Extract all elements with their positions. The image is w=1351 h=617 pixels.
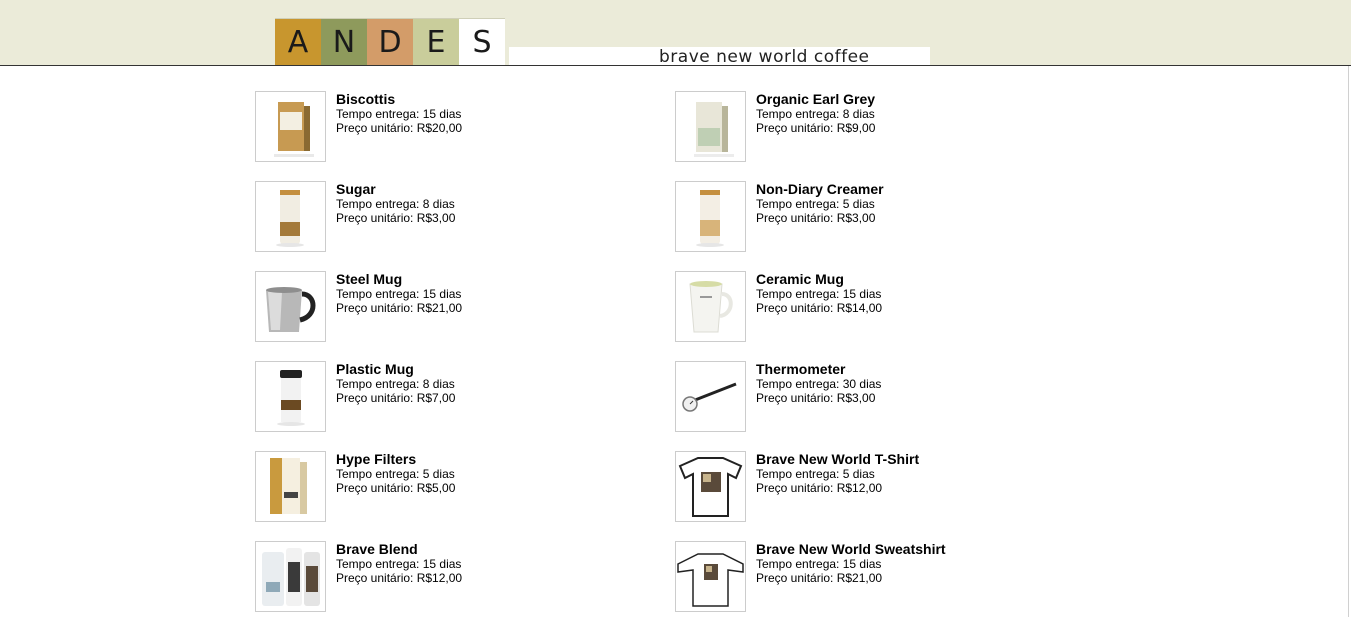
product-item[interactable]: Sugar Tempo entrega: 8 dias Preço unitár… (255, 181, 655, 253)
product-name[interactable]: Brave New World T-Shirt (756, 451, 919, 467)
plastic-mug-image[interactable] (255, 361, 326, 432)
unit-price: Preço unitário: R$7,00 (336, 391, 456, 405)
product-info: Steel Mug Tempo entrega: 15 dias Preço u… (336, 271, 462, 315)
product-info: Brave New World Sweatshirt Tempo entrega… (756, 541, 946, 585)
unit-price: Preço unitário: R$21,00 (336, 301, 463, 315)
tea-box-image[interactable] (675, 91, 746, 162)
product-item[interactable]: Biscottis Tempo entrega: 15 dias Preço u… (255, 91, 655, 163)
product-item[interactable]: Brave New World T-Shirt Tempo entrega: 5… (675, 451, 1075, 523)
unit-price: Preço unitário: R$21,00 (756, 571, 883, 585)
product-name[interactable]: Brave New World Sweatshirt (756, 541, 946, 557)
logo-letter: S (459, 19, 505, 65)
delivery-time: Tempo entrega: 5 dias (756, 467, 875, 481)
product-name[interactable]: Organic Earl Grey (756, 91, 875, 107)
product-item[interactable]: Non-Diary Creamer Tempo entrega: 5 dias … (675, 181, 1075, 253)
product-item[interactable]: Hype Filters Tempo entrega: 5 dias Preço… (255, 451, 655, 523)
unit-price: Preço unitário: R$20,00 (336, 121, 463, 135)
delivery-time: Tempo entrega: 5 dias (756, 197, 875, 211)
product-info: Thermometer Tempo entrega: 30 dias Preço… (756, 361, 881, 405)
steel-mug-image[interactable] (255, 271, 326, 342)
tshirt-image[interactable] (675, 451, 746, 522)
unit-price: Preço unitário: R$3,00 (756, 391, 876, 405)
sweatshirt-image[interactable] (675, 541, 746, 612)
tagline-text: brave new world coffee (659, 47, 870, 67)
product-name[interactable]: Thermometer (756, 361, 881, 377)
product-info: Brave Blend Tempo entrega: 15 dias Preço… (336, 541, 462, 585)
product-name[interactable]: Biscottis (336, 91, 462, 107)
andes-logo[interactable]: A N D E S (275, 18, 505, 66)
product-name[interactable]: Sugar (336, 181, 455, 197)
thermometer-image[interactable] (675, 361, 746, 432)
product-item[interactable]: Thermometer Tempo entrega: 30 dias Preço… (675, 361, 1075, 433)
product-info: Brave New World T-Shirt Tempo entrega: 5… (756, 451, 919, 495)
delivery-time: Tempo entrega: 8 dias (336, 197, 455, 211)
header-bar: A N D E S brave new world coffee (0, 0, 1351, 67)
unit-price: Preço unitário: R$3,00 (336, 211, 456, 225)
product-item[interactable]: Brave New World Sweatshirt Tempo entrega… (675, 541, 1075, 613)
product-info: Organic Earl Grey Tempo entrega: 8 dias … (756, 91, 875, 135)
logo-letter: E (413, 19, 459, 65)
delivery-time: Tempo entrega: 5 dias (336, 467, 455, 481)
product-name[interactable]: Hype Filters (336, 451, 455, 467)
product-name[interactable]: Plastic Mug (336, 361, 455, 377)
delivery-time: Tempo entrega: 15 dias (336, 557, 462, 571)
page-right-border (1348, 66, 1349, 617)
product-item[interactable]: Brave Blend Tempo entrega: 15 dias Preço… (255, 541, 655, 613)
product-item[interactable]: Ceramic Mug Tempo entrega: 15 dias Preço… (675, 271, 1075, 343)
product-item[interactable]: Steel Mug Tempo entrega: 15 dias Preço u… (255, 271, 655, 343)
product-info: Plastic Mug Tempo entrega: 8 dias Preço … (336, 361, 455, 405)
product-name[interactable]: Non-Diary Creamer (756, 181, 884, 197)
creamer-canister-image[interactable] (675, 181, 746, 252)
unit-price: Preço unitário: R$9,00 (756, 121, 876, 135)
delivery-time: Tempo entrega: 15 dias (336, 107, 462, 121)
coffee-cans-image[interactable] (255, 541, 326, 612)
product-item[interactable]: Plastic Mug Tempo entrega: 8 dias Preço … (255, 361, 655, 433)
unit-price: Preço unitário: R$12,00 (336, 571, 463, 585)
unit-price: Preço unitário: R$12,00 (756, 481, 883, 495)
product-name[interactable]: Ceramic Mug (756, 271, 882, 287)
product-info: Ceramic Mug Tempo entrega: 15 dias Preço… (756, 271, 882, 315)
unit-price: Preço unitário: R$5,00 (336, 481, 456, 495)
product-name[interactable]: Brave Blend (336, 541, 462, 557)
product-info: Sugar Tempo entrega: 8 dias Preço unitár… (336, 181, 455, 225)
logo-letter: N (321, 19, 367, 65)
filters-box-image[interactable] (255, 451, 326, 522)
logo-letter: D (367, 19, 413, 65)
delivery-time: Tempo entrega: 15 dias (336, 287, 462, 301)
unit-price: Preço unitário: R$3,00 (756, 211, 876, 225)
delivery-time: Tempo entrega: 15 dias (756, 287, 882, 301)
product-item[interactable]: Organic Earl Grey Tempo entrega: 8 dias … (675, 91, 1075, 163)
sugar-canister-image[interactable] (255, 181, 326, 252)
delivery-time: Tempo entrega: 30 dias (756, 377, 882, 391)
product-info: Non-Diary Creamer Tempo entrega: 5 dias … (756, 181, 884, 225)
product-name[interactable]: Steel Mug (336, 271, 462, 287)
logo-letter: A (275, 19, 321, 65)
delivery-time: Tempo entrega: 8 dias (336, 377, 455, 391)
product-info: Biscottis Tempo entrega: 15 dias Preço u… (336, 91, 462, 135)
delivery-time: Tempo entrega: 8 dias (756, 107, 875, 121)
tagline-banner: brave new world coffee (509, 47, 930, 67)
biscotti-box-image[interactable] (255, 91, 326, 162)
delivery-time: Tempo entrega: 15 dias (756, 557, 882, 571)
unit-price: Preço unitário: R$14,00 (756, 301, 883, 315)
ceramic-mug-image[interactable] (675, 271, 746, 342)
product-info: Hype Filters Tempo entrega: 5 dias Preço… (336, 451, 455, 495)
